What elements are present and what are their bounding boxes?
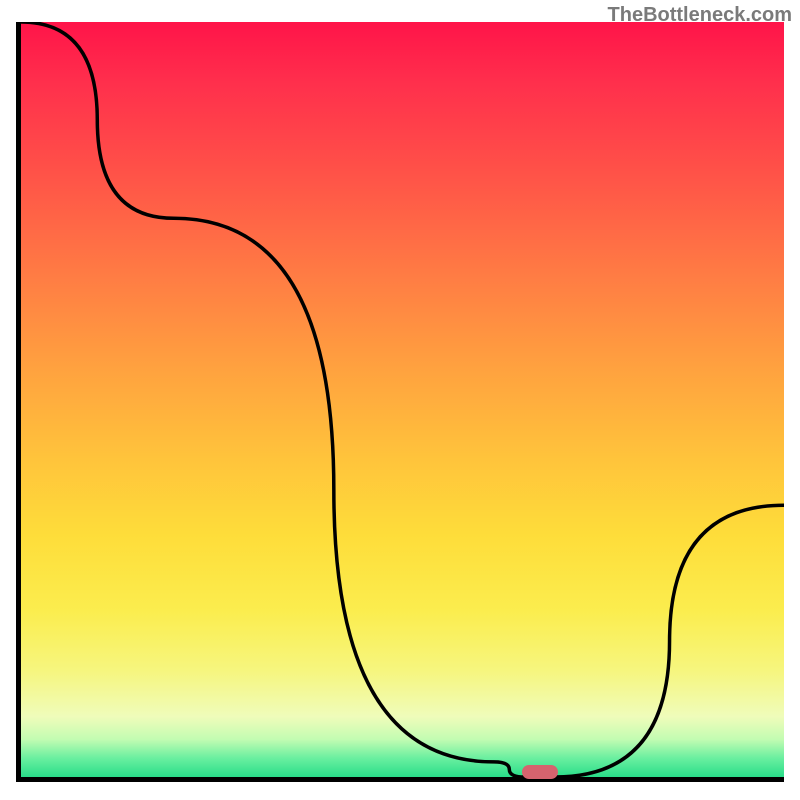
watermark-text: TheBottleneck.com: [608, 4, 792, 27]
chart-container: TheBottleneck.com: [0, 0, 800, 800]
optimal-marker: [522, 765, 558, 779]
bottleneck-curve: [21, 22, 784, 777]
plot-frame: [16, 22, 784, 782]
